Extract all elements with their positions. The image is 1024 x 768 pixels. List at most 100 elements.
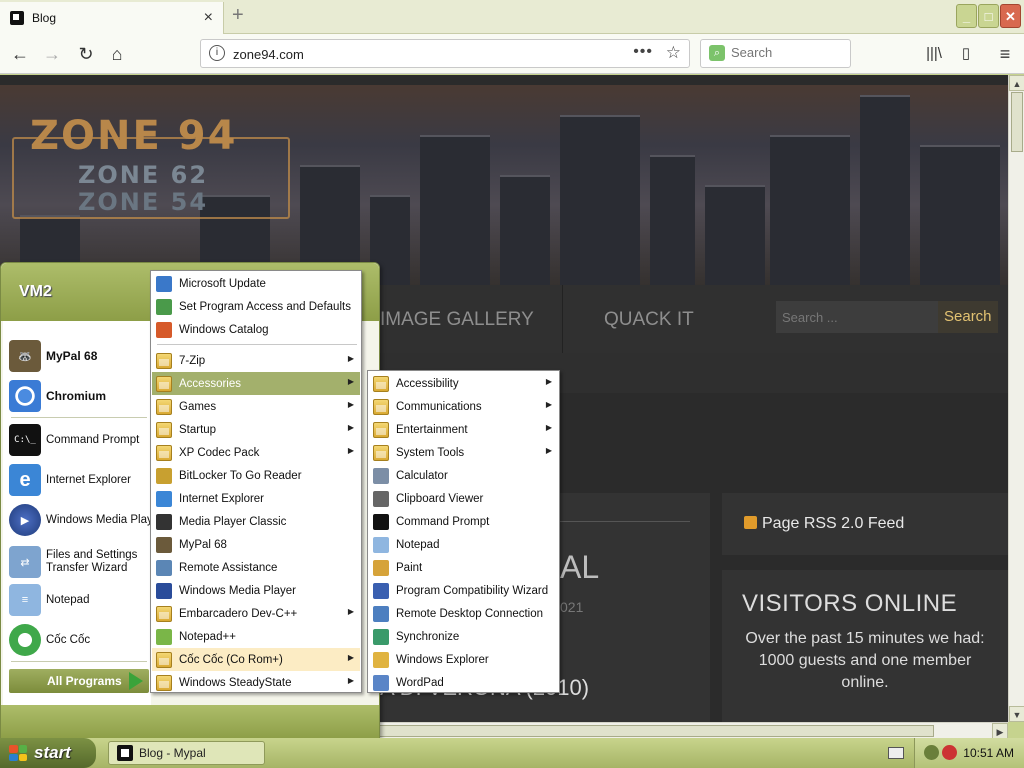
- recent-transfer-wizard[interactable]: ⇄ Files and Settings Transfer Wizard: [9, 543, 151, 581]
- recent-coccoc[interactable]: Cốc Cốc: [9, 623, 151, 657]
- accessories-item-label: Communications: [396, 400, 482, 413]
- forward-arrow-icon[interactable]: →: [40, 42, 64, 66]
- programs-item-accessories[interactable]: Accessories ▶: [152, 372, 360, 395]
- programs-item-7-zip[interactable]: 7-Zip ▶: [152, 349, 360, 372]
- tray-security-icon[interactable]: [942, 745, 957, 760]
- recent-command-prompt[interactable]: C:\_ Command Prompt: [9, 423, 151, 457]
- submenu-arrow-icon: ▶: [347, 423, 354, 432]
- windows-catalog-icon: [156, 321, 172, 338]
- accessories-item-clipboard-viewer[interactable]: Clipboard Viewer: [369, 487, 558, 510]
- accessories-item-entertainment[interactable]: Entertainment ▶: [369, 418, 558, 441]
- programs-item-bitlocker-to-go-reader[interactable]: BitLocker To Go Reader: [152, 464, 360, 487]
- folder-icon: [373, 421, 389, 438]
- accessories-item-system-tools[interactable]: System Tools ▶: [369, 441, 558, 464]
- programs-item-set-program-access-and-defaults[interactable]: Set Program Access and Defaults: [152, 295, 360, 318]
- programs-item-internet-explorer[interactable]: Internet Explorer: [152, 487, 360, 510]
- submenu-arrow-icon: ▶: [347, 446, 354, 455]
- sidebar-icon[interactable]: ▯: [954, 42, 978, 66]
- accessories-item-notepad[interactable]: Notepad: [369, 533, 558, 556]
- programs-item-remote-assistance[interactable]: Remote Assistance: [152, 556, 360, 579]
- back-arrow-icon[interactable]: ←: [8, 42, 32, 66]
- page-actions-icon[interactable]: •••: [633, 43, 653, 61]
- accessories-item-program-compatibility-wizard[interactable]: Program Compatibility Wizard: [369, 579, 558, 602]
- recent-internet-explorer[interactable]: e Internet Explorer: [9, 463, 151, 497]
- browser-search-box[interactable]: ⌕: [700, 39, 851, 68]
- programs-item-c-c-c-c-co-rom[interactable]: Cốc Cốc (Co Rom+) ▶: [152, 648, 360, 671]
- accessories-item-label: Notepad: [396, 538, 440, 551]
- url-text[interactable]: zone94.com: [233, 47, 304, 62]
- pinned-mypal[interactable]: 🦝 MyPal 68: [9, 339, 151, 373]
- start-button[interactable]: start: [0, 738, 96, 768]
- browser-tab[interactable]: Blog ×: [0, 2, 224, 34]
- browser-titlebar: Blog × + _ □ ✕: [0, 0, 1024, 34]
- accessories-item-paint[interactable]: Paint: [369, 556, 558, 579]
- programs-item-media-player-classic[interactable]: Media Player Classic: [152, 510, 360, 533]
- recent-windows-media-player[interactable]: ▶ Windows Media Player: [9, 503, 151, 537]
- maximize-button[interactable]: □: [978, 4, 999, 28]
- vertical-scrollbar[interactable]: ▲ ▼: [1008, 75, 1024, 722]
- scroll-right-arrow-icon[interactable]: ▶: [992, 723, 1008, 739]
- vertical-scroll-thumb[interactable]: [1011, 92, 1023, 152]
- close-window-button[interactable]: ✕: [1000, 4, 1021, 28]
- bookmark-star-icon[interactable]: ☆: [666, 43, 681, 63]
- site-logo-sub2: ZONE 54: [78, 188, 209, 216]
- desktop: Blog × + _ □ ✕ ← → ↻ ⌂ i zone94.com ••• …: [0, 0, 1024, 768]
- home-icon[interactable]: ⌂: [105, 42, 129, 66]
- pinned-chromium[interactable]: Chromium: [9, 379, 151, 413]
- programs-item-notepad[interactable]: Notepad++: [152, 625, 360, 648]
- rss-label[interactable]: Page RSS 2.0 Feed: [762, 515, 904, 532]
- accessories-item-communications[interactable]: Communications ▶: [369, 395, 558, 418]
- accessories-item-calculator[interactable]: Calculator: [369, 464, 558, 487]
- mypal-window-icon: [117, 745, 133, 761]
- chromium-icon: [9, 380, 41, 412]
- browser-search-input[interactable]: [731, 45, 841, 60]
- reload-icon[interactable]: ↻: [74, 42, 98, 66]
- keyboard-icon[interactable]: [888, 747, 904, 759]
- new-tab-button[interactable]: +: [232, 4, 244, 27]
- clock[interactable]: 10:51 AM: [963, 746, 1014, 760]
- programs-item-label: 7-Zip: [179, 354, 206, 367]
- programs-item-windows-media-player[interactable]: Windows Media Player: [152, 579, 360, 602]
- programs-item-games[interactable]: Games ▶: [152, 395, 360, 418]
- windows-logo-icon: [9, 745, 27, 761]
- submenu-arrow-icon: ▶: [545, 446, 552, 455]
- rss-feed-link[interactable]: Page RSS 2.0 Feed: [722, 493, 1008, 555]
- url-bar[interactable]: i zone94.com ••• ☆: [200, 39, 690, 68]
- accessories-item-command-prompt[interactable]: Command Prompt: [369, 510, 558, 533]
- programs-item-windows-catalog[interactable]: Windows Catalog: [152, 318, 360, 341]
- programs-item-microsoft-update[interactable]: Microsoft Update: [152, 272, 360, 295]
- nav-image-gallery[interactable]: IMAGE GALLERY: [380, 309, 534, 331]
- accessories-item-accessibility[interactable]: Accessibility ▶: [369, 372, 558, 395]
- tray-network-icon[interactable]: [924, 745, 939, 760]
- programs-item-embarcadero-dev-c[interactable]: Embarcadero Dev-C++ ▶: [152, 602, 360, 625]
- programs-item-startup[interactable]: Startup ▶: [152, 418, 360, 441]
- scroll-up-arrow-icon[interactable]: ▲: [1009, 75, 1024, 91]
- search-engine-icon[interactable]: ⌕: [709, 45, 725, 61]
- post-title-fragment[interactable]: AL: [560, 549, 599, 586]
- accessories-item-synchronize[interactable]: Synchronize: [369, 625, 558, 648]
- accessories-item-wordpad[interactable]: WordPad: [369, 671, 558, 694]
- cmd-icon: C:\_: [9, 424, 41, 456]
- programs-item-xp-codec-pack[interactable]: XP Codec Pack ▶: [152, 441, 360, 464]
- programs-item-mypal-68[interactable]: MyPal 68: [152, 533, 360, 556]
- tab-close-icon[interactable]: ×: [204, 9, 213, 27]
- folder-icon: [373, 398, 389, 415]
- programs-item-label: Accessories: [179, 377, 241, 390]
- scroll-down-arrow-icon[interactable]: ▼: [1009, 706, 1024, 722]
- library-icon[interactable]: |||\: [922, 42, 946, 66]
- taskbar-window-blog[interactable]: Blog - Mypal: [108, 741, 265, 765]
- all-programs-button[interactable]: All Programs: [9, 669, 149, 693]
- nav-quack-it[interactable]: QUACK IT: [604, 309, 694, 331]
- minimize-button[interactable]: _: [956, 4, 977, 28]
- recent-notepad[interactable]: ≡ Notepad: [9, 583, 151, 617]
- programs-item-windows-steadystate[interactable]: Windows SteadyState ▶: [152, 671, 360, 694]
- site-search-button[interactable]: Search: [938, 301, 998, 333]
- accessories-item-windows-explorer[interactable]: Windows Explorer: [369, 648, 558, 671]
- site-info-icon[interactable]: i: [209, 45, 225, 61]
- site-logo-main[interactable]: ZONE 94: [30, 113, 237, 159]
- folder-icon: [156, 605, 172, 622]
- accessories-item-remote-desktop-connection[interactable]: Remote Desktop Connection: [369, 602, 558, 625]
- programs-item-label: Games: [179, 400, 217, 413]
- site-search-input[interactable]: Search ...: [776, 301, 938, 333]
- hamburger-menu-icon[interactable]: ≡: [993, 42, 1017, 66]
